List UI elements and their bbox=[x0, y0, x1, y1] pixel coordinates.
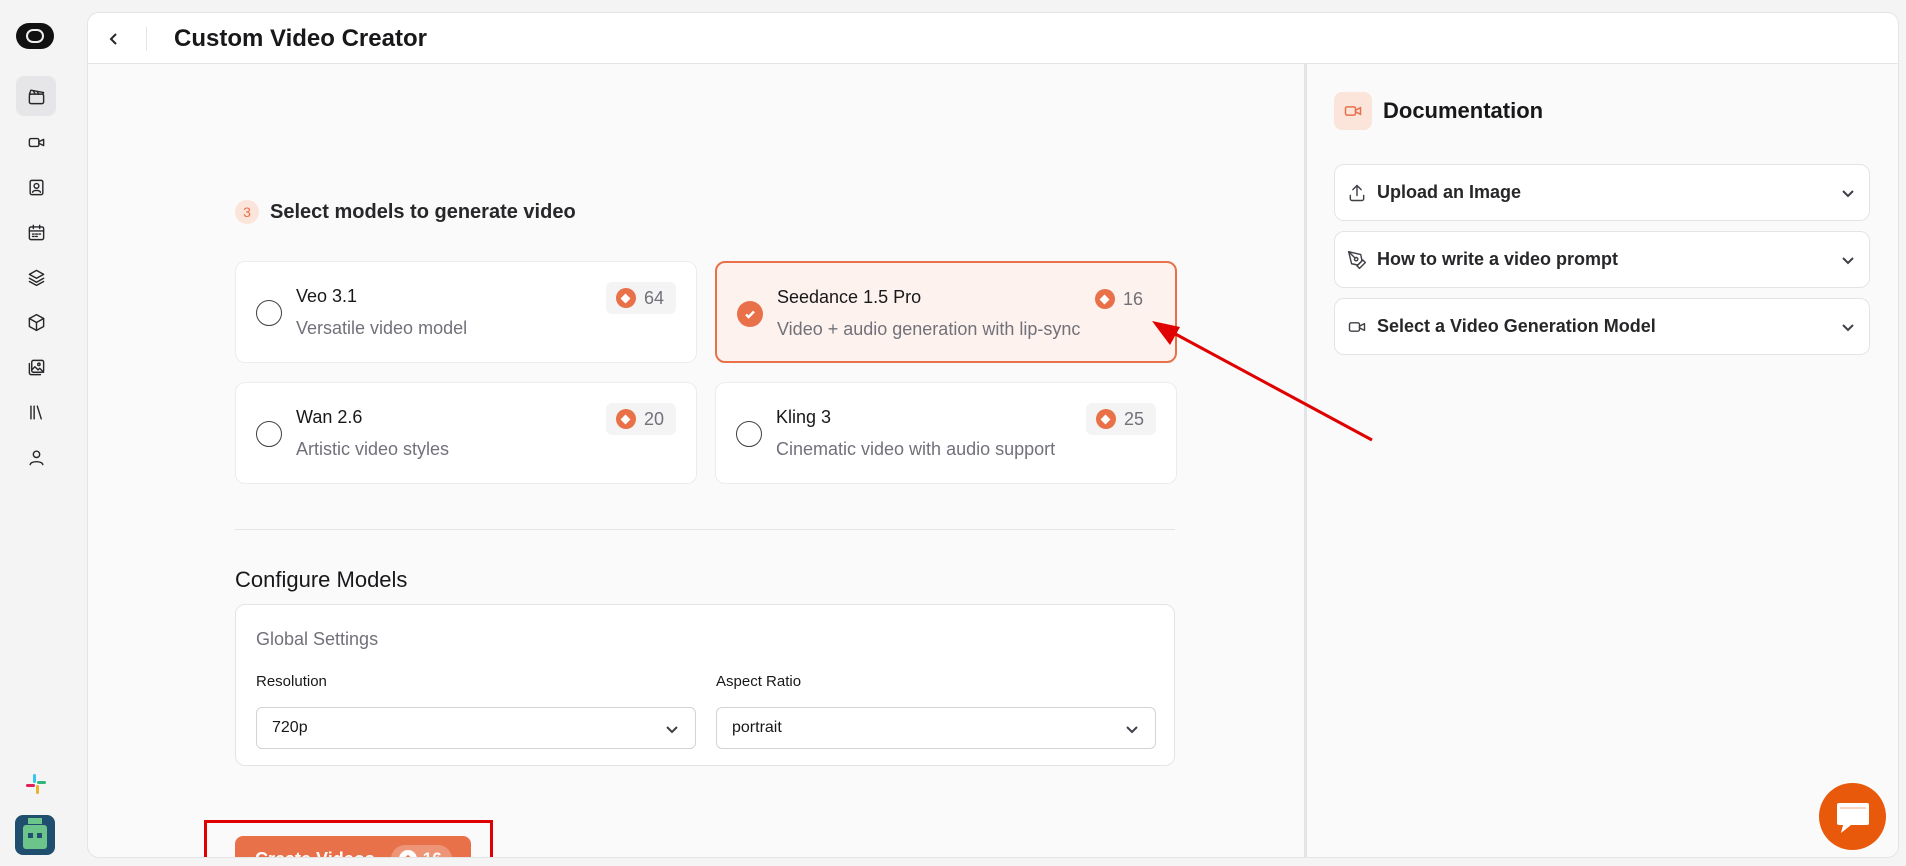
model-description: Artistic video styles bbox=[296, 439, 450, 459]
aspect-ratio-value: portrait bbox=[732, 719, 782, 736]
accordion-label: How to write a video prompt bbox=[1377, 249, 1619, 269]
create-videos-label: Create Videos bbox=[255, 849, 375, 858]
user-icon bbox=[28, 449, 44, 465]
step-header: 3 Select models to generate video bbox=[235, 200, 576, 224]
video-icon bbox=[28, 137, 44, 147]
documentation-header: Documentation bbox=[1334, 92, 1543, 130]
accordion-upload-image[interactable]: Upload an Image bbox=[1334, 164, 1870, 221]
video-icon bbox=[1334, 92, 1372, 130]
section-divider bbox=[235, 529, 1175, 530]
credit-cost: 16 bbox=[423, 849, 442, 857]
chat-icon bbox=[1836, 802, 1869, 833]
chevron-left-icon bbox=[109, 33, 117, 45]
sidebar-rail bbox=[0, 0, 72, 866]
credit-cost-badge: 16 bbox=[390, 845, 452, 857]
box-icon bbox=[28, 313, 44, 331]
model-description: Versatile video model bbox=[296, 318, 468, 338]
sidebar-item-videos[interactable] bbox=[16, 122, 56, 162]
back-button[interactable] bbox=[100, 25, 128, 53]
global-settings-panel: Global Settings Resolution Aspect Ratio … bbox=[235, 604, 1175, 766]
accordion-select-model[interactable]: Select a Video Generation Model bbox=[1334, 298, 1870, 355]
calendar-icon bbox=[28, 224, 44, 240]
check-icon bbox=[745, 310, 755, 319]
page-header: Custom Video Creator bbox=[88, 13, 1898, 64]
chevron-down-icon bbox=[1842, 324, 1854, 332]
accordion-label: Select a Video Generation Model bbox=[1377, 316, 1656, 336]
model-description: Cinematic video with audio support bbox=[776, 439, 1056, 459]
credit-cost-badge: 64 bbox=[605, 282, 676, 314]
chevron-down-icon bbox=[1842, 257, 1854, 265]
credit-icon bbox=[1095, 409, 1116, 429]
model-name: Veo 3.1 bbox=[296, 286, 358, 306]
sidebar-item-gallery[interactable] bbox=[16, 347, 56, 387]
configure-models-title: Configure Models bbox=[235, 567, 408, 592]
model-card-veo[interactable]: Veo 3.1 Versatile video model 64 bbox=[235, 261, 697, 363]
sidebar-item-account[interactable] bbox=[16, 437, 56, 477]
layers-icon bbox=[28, 269, 44, 286]
credit-cost: 64 bbox=[643, 287, 664, 308]
chevron-down-icon bbox=[1842, 190, 1854, 198]
global-settings-label: Global Settings bbox=[256, 629, 379, 649]
step-number-badge: 3 bbox=[235, 200, 259, 224]
resolution-label: Resolution bbox=[256, 673, 327, 690]
model-name: Wan 2.6 bbox=[296, 407, 363, 427]
credit-cost: 25 bbox=[1123, 408, 1144, 429]
sidebar-item-avatars[interactable] bbox=[16, 167, 56, 207]
model-radio[interactable] bbox=[256, 300, 282, 326]
model-name: Seedance 1.5 Pro bbox=[777, 287, 922, 307]
video-icon bbox=[1347, 317, 1367, 337]
header-divider bbox=[146, 27, 147, 51]
chat-support-button[interactable] bbox=[1819, 783, 1886, 850]
contact-icon bbox=[28, 179, 44, 195]
credit-icon bbox=[1094, 289, 1115, 309]
credit-cost-badge: 20 bbox=[605, 403, 676, 435]
sidebar-item-products[interactable] bbox=[16, 302, 56, 342]
images-icon bbox=[28, 359, 44, 375]
slack-icon[interactable] bbox=[24, 772, 48, 796]
resolution-select[interactable]: 720p bbox=[256, 707, 696, 749]
documentation-title: Documentation bbox=[1383, 98, 1544, 123]
clapperboard-icon bbox=[28, 88, 44, 104]
credit-icon bbox=[615, 409, 636, 429]
sidebar-item-video-creator[interactable] bbox=[16, 76, 56, 116]
aspect-ratio-select[interactable]: portrait bbox=[716, 707, 1156, 749]
model-name: Kling 3 bbox=[776, 407, 832, 427]
library-icon bbox=[29, 404, 42, 420]
upload-icon bbox=[1347, 183, 1367, 203]
creator-pane: 3 Select models to generate video Veo 3.… bbox=[88, 64, 1304, 858]
documentation-pane: Documentation Upload an Image How to wri… bbox=[1304, 64, 1898, 857]
model-radio[interactable] bbox=[736, 421, 762, 447]
credit-icon bbox=[615, 288, 636, 308]
sidebar-item-library[interactable] bbox=[16, 392, 56, 432]
create-videos-button[interactable]: Create Videos 16 bbox=[235, 836, 471, 858]
model-card-wan[interactable]: Wan 2.6 Artistic video styles 20 bbox=[235, 382, 697, 484]
model-radio[interactable] bbox=[256, 421, 282, 447]
chevron-down-icon bbox=[666, 726, 678, 734]
credit-icon bbox=[398, 850, 417, 857]
aspect-ratio-label: Aspect Ratio bbox=[716, 673, 802, 690]
app-logo[interactable] bbox=[16, 23, 54, 49]
step-title: Select models to generate video bbox=[270, 200, 576, 223]
credit-cost: 20 bbox=[643, 408, 664, 429]
model-radio[interactable] bbox=[737, 301, 763, 327]
avatar[interactable] bbox=[15, 815, 55, 855]
accordion-video-prompt[interactable]: How to write a video prompt bbox=[1334, 231, 1870, 288]
model-card-seedance[interactable]: Seedance 1.5 Pro Video + audio generatio… bbox=[715, 261, 1177, 363]
accordion-label: Upload an Image bbox=[1377, 182, 1522, 202]
model-card-kling[interactable]: Kling 3 Cinematic video with audio suppo… bbox=[715, 382, 1177, 484]
pen-tool-icon bbox=[1347, 250, 1367, 270]
credit-cost-badge: 16 bbox=[1085, 283, 1155, 315]
page-title: Custom Video Creator bbox=[174, 25, 427, 52]
main-card: Custom Video Creator 3 Select models to … bbox=[87, 12, 1899, 858]
credit-cost: 16 bbox=[1122, 288, 1143, 309]
chevron-down-icon bbox=[1126, 726, 1138, 734]
sidebar-item-layers[interactable] bbox=[16, 257, 56, 297]
model-description: Video + audio generation with lip-sync bbox=[777, 319, 1081, 339]
credit-cost-badge: 25 bbox=[1085, 403, 1156, 435]
sidebar-item-calendar[interactable] bbox=[16, 212, 56, 252]
resolution-value: 720p bbox=[272, 719, 308, 736]
